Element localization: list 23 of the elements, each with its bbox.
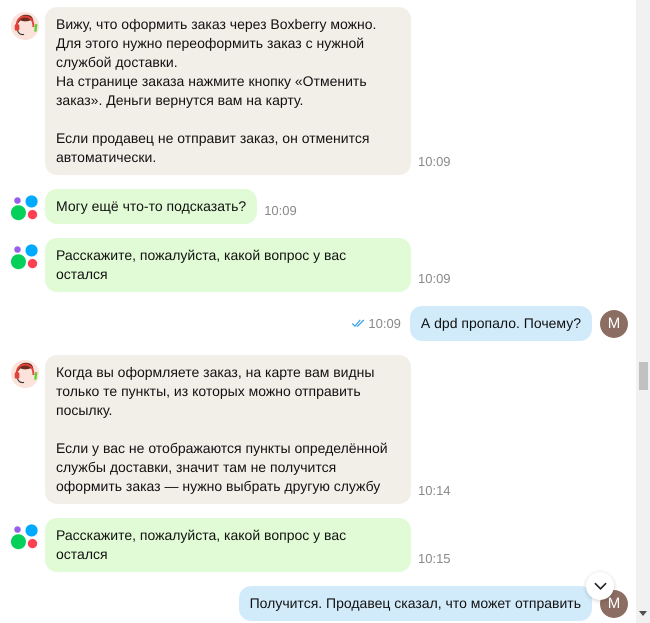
- message-time: 10:09: [264, 203, 297, 218]
- message-bubble: А dpd пропало. Почему?: [410, 306, 592, 341]
- headset-figure-icon: [10, 359, 40, 389]
- message-bubble: Вижу, что оформить заказ через Boxberry можно. Для этого нужно переоформить заказ с нужной службой доставки. На странице заказа нажмите кнопку «Отменить заказ». Деньги вернутся вам на карту. Если продавец не отправит заказ, он отменится автоматически.: [45, 7, 411, 175]
- message-bubble: Расскажите, пожалуйста, какой вопрос у вас остался: [45, 238, 411, 292]
- chevron-down-icon: [594, 582, 606, 590]
- message-bubble: Когда вы оформляете заказ, на карте вам видны только те пункты, из которых можно отправить посылку. Если у вас не отображаются пункты определённой службы доставки, значит там не получится оформить заказ — нужно выбрать другую службу: [45, 355, 411, 504]
- message-time: 10:15: [418, 551, 451, 566]
- message-time: 10:09: [418, 154, 451, 169]
- scrollbar[interactable]: [636, 0, 650, 623]
- dots-logo-icon: [10, 242, 40, 272]
- message-bubble: Расскажите, пожалуйста, какой вопрос у вас остался: [45, 518, 411, 572]
- scroll-down-arrow-icon[interactable]: [639, 611, 647, 616]
- dots-logo-icon: [10, 193, 40, 223]
- scrollbar-thumb[interactable]: [639, 362, 648, 390]
- message-time: 10:09: [368, 316, 401, 331]
- message-time: 10:09: [418, 271, 451, 286]
- dots-logo-icon: [10, 522, 40, 552]
- message-bubble: Могу ещё что-то подсказать?: [45, 189, 258, 224]
- message-bubble: Получится. Продавец сказал, что может отправить: [238, 586, 592, 621]
- user-avatar: M: [600, 310, 628, 338]
- message-time: 10:14: [418, 483, 451, 498]
- headset-figure-icon: [10, 11, 40, 41]
